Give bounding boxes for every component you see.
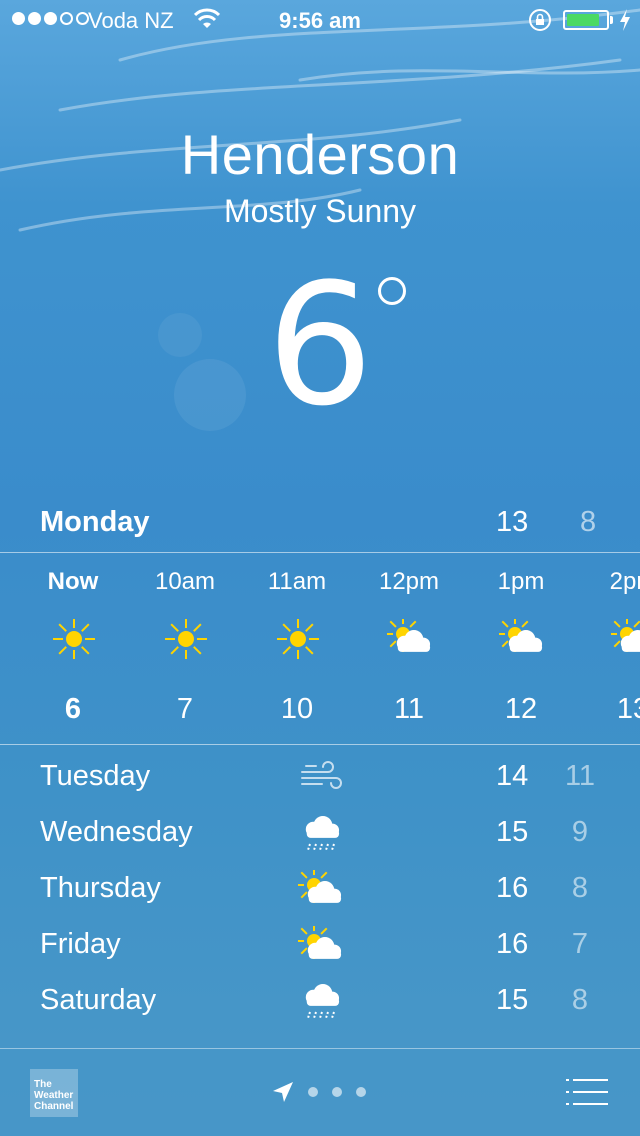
list-icon[interactable] xyxy=(564,1077,610,1107)
day-low: 9 xyxy=(571,816,589,848)
degree-symbol-icon xyxy=(378,277,406,305)
weather-condition: Mostly Sunny xyxy=(223,193,417,229)
rotation-lock-icon xyxy=(529,9,551,31)
hour-temperature: 11 xyxy=(393,693,425,725)
day-name: Thursday xyxy=(40,872,161,904)
battery-tip xyxy=(610,16,613,24)
page-dot[interactable] xyxy=(308,1087,318,1097)
hour-time: 2pm xyxy=(609,568,640,595)
page-dot[interactable] xyxy=(356,1087,366,1097)
day-high: 15 xyxy=(496,816,529,848)
location-arrow-icon[interactable] xyxy=(272,1081,294,1103)
battery-level-fill xyxy=(567,14,600,26)
page-indicator[interactable] xyxy=(308,1087,366,1097)
hour-temperature: 13 xyxy=(616,693,640,725)
day-name: Wednesday xyxy=(40,816,193,848)
hour-time: 10am xyxy=(154,568,216,595)
daily-row: Saturday 15 8 xyxy=(0,976,640,1032)
today-summary: Monday 13 8 xyxy=(0,506,640,546)
today-low: 8 xyxy=(580,506,597,538)
day-low: 11 xyxy=(564,760,596,792)
day-high: 16 xyxy=(496,928,529,960)
hour-time: 11am xyxy=(267,568,327,595)
partly-cloudy-icon xyxy=(499,619,543,652)
daily-row: Thursday 16 8 xyxy=(0,864,640,920)
hourly-forecast[interactable]: Now 6 10am 7 11am 10 12pm 11 1pm 12 2pm … xyxy=(0,553,640,744)
today-day: Monday xyxy=(40,506,150,538)
day-high: 15 xyxy=(496,984,529,1016)
sun-icon xyxy=(165,619,207,659)
weather-channel-logo[interactable]: The Weather Channel xyxy=(30,1069,78,1117)
battery-icon xyxy=(563,10,609,30)
charging-bolt-icon xyxy=(620,9,630,31)
partly-cloudy-icon xyxy=(298,926,342,959)
partly-cloudy-icon xyxy=(298,870,342,903)
day-low: 7 xyxy=(571,928,589,960)
daily-row: Friday 16 7 xyxy=(0,920,640,976)
sun-icon xyxy=(277,619,319,659)
wind-icon xyxy=(301,761,342,789)
day-low: 8 xyxy=(571,984,589,1016)
city-name: Henderson xyxy=(180,123,460,186)
hour-time: Now xyxy=(47,568,99,595)
page-dot[interactable] xyxy=(332,1087,342,1097)
sun-icon xyxy=(53,619,95,659)
divider xyxy=(0,744,640,745)
hour-temperature: 6 xyxy=(64,693,82,725)
rain-icon xyxy=(305,816,340,851)
day-name: Tuesday xyxy=(40,760,151,792)
today-high: 13 xyxy=(496,506,529,538)
day-low: 8 xyxy=(571,872,589,904)
partly-cloudy-icon xyxy=(611,619,640,652)
day-high: 16 xyxy=(496,872,529,904)
hour-time: 12pm xyxy=(378,568,440,595)
day-name: Friday xyxy=(40,928,121,960)
current-temperature: 6 xyxy=(266,247,374,443)
hour-temperature: 12 xyxy=(504,693,538,725)
partly-cloudy-icon xyxy=(387,619,431,652)
hour-temperature: 10 xyxy=(280,693,314,725)
bottom-toolbar: The Weather Channel xyxy=(0,1048,640,1136)
rain-icon xyxy=(305,984,340,1019)
hour-temperature: 7 xyxy=(176,693,194,725)
status-bar: Voda NZ 9:56 am xyxy=(0,0,640,40)
daily-row: Tuesday 14 11 xyxy=(0,752,640,808)
daily-row: Wednesday 15 9 xyxy=(0,808,640,864)
day-name: Saturday xyxy=(40,984,157,1016)
day-high: 14 xyxy=(496,760,529,792)
hour-time: 1pm xyxy=(497,568,545,595)
